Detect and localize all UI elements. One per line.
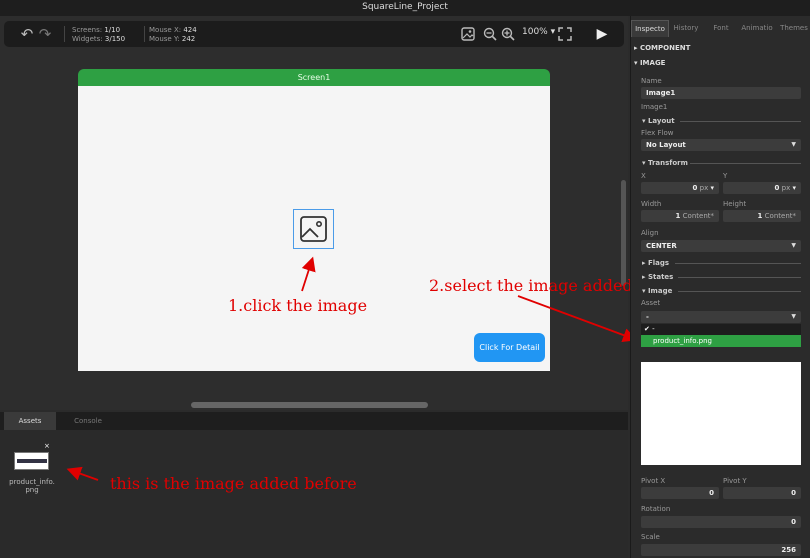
screens-count: Screens: 1/10 — [72, 26, 121, 34]
rotation-label: Rotation — [641, 505, 671, 513]
zoom-out-icon[interactable] — [482, 25, 498, 43]
rotation-input[interactable]: 0 — [641, 516, 801, 528]
asset-option-product-info[interactable]: product_info.png — [641, 335, 801, 347]
pivot-x-label: Pivot X — [641, 477, 666, 485]
click-for-detail-button[interactable]: Click For Detail — [474, 333, 545, 362]
layout-section[interactable]: ▾ Layout — [642, 117, 675, 125]
divider — [675, 263, 801, 264]
width-label: Width — [641, 200, 662, 208]
tab-history[interactable]: History — [670, 20, 702, 37]
name-hint: Image1 — [641, 103, 668, 111]
scale-label: Scale — [641, 533, 660, 541]
align-label: Align — [641, 229, 659, 237]
transform-section[interactable]: ▾ Transform — [642, 159, 688, 167]
chevron-down-icon: ▼ — [791, 242, 796, 249]
name-label: Name — [641, 77, 662, 85]
image-placeholder-icon — [300, 216, 327, 242]
width-input[interactable]: 1 Content* — [641, 210, 719, 222]
annotation-step1: 1.click the image — [228, 296, 368, 315]
tab-font[interactable]: Font — [708, 20, 734, 37]
mouse-y-readout: Mouse Y: 242 — [149, 35, 196, 43]
pivot-y-input[interactable]: 0 — [723, 487, 801, 499]
flags-section[interactable]: ▸ Flags — [642, 259, 669, 267]
chevron-down-icon: ▼ — [791, 313, 796, 320]
states-section[interactable]: ▸ States — [642, 273, 673, 281]
image-props-section[interactable]: ▾ Image — [642, 287, 672, 295]
zoom-in-icon[interactable] — [500, 25, 516, 43]
annotation-step2: 2.select the image added — [429, 276, 633, 295]
zoom-dropdown[interactable]: 100% ▾ — [522, 28, 555, 37]
tab-animation[interactable]: Animatio — [738, 20, 776, 37]
remove-asset-icon[interactable]: × — [44, 442, 52, 450]
divider — [678, 277, 801, 278]
tab-themes[interactable]: Themes — [778, 20, 810, 37]
tab-inspector[interactable]: Inspecto — [631, 20, 669, 37]
image-section[interactable]: ▾ IMAGE — [634, 59, 665, 67]
tab-assets[interactable]: Assets — [4, 412, 56, 430]
asset-select[interactable]: - ▼ — [641, 311, 801, 323]
pivot-x-input[interactable]: 0 — [641, 487, 719, 499]
mouse-x-readout: Mouse X: 424 — [149, 26, 197, 34]
y-label: Y — [723, 172, 728, 180]
chevron-down-icon: ▼ — [791, 141, 796, 148]
pivot-y-label: Pivot Y — [723, 477, 747, 485]
asset-filename: product_info. png — [9, 478, 55, 494]
widgets-count: Widgets: 3/150 — [72, 35, 126, 43]
scale-input[interactable]: 256 — [641, 544, 801, 556]
x-input[interactable]: 0 px ▾ — [641, 182, 719, 194]
horizontal-scrollbar[interactable] — [191, 402, 428, 408]
fullscreen-icon[interactable] — [557, 25, 573, 43]
divider — [690, 163, 801, 164]
asset-label: Asset — [641, 299, 661, 307]
toolbar-divider — [64, 26, 65, 42]
x-label: X — [641, 172, 646, 180]
asset-thumbnail[interactable] — [14, 452, 49, 470]
height-input[interactable]: 1 Content* — [723, 210, 801, 222]
align-select[interactable]: CENTER ▼ — [641, 240, 801, 252]
screen-title-bar[interactable]: Screen1 — [78, 69, 550, 86]
component-section[interactable]: ▸ COMPONENT — [634, 44, 690, 52]
flex-flow-select[interactable]: No Layout ▼ — [641, 139, 801, 151]
redo-icon[interactable]: ↷ — [37, 25, 53, 43]
undo-icon[interactable]: ↶ — [19, 25, 35, 43]
image-view-icon[interactable] — [460, 25, 476, 43]
vertical-scrollbar[interactable] — [621, 180, 626, 286]
name-input[interactable]: Image1 — [641, 87, 801, 99]
y-input[interactable]: 0 px ▾ — [723, 182, 801, 194]
toolbar-divider — [144, 26, 145, 42]
window-title: SquareLine_Project — [0, 0, 810, 16]
asset-option-none[interactable]: ✔ - — [641, 324, 801, 335]
tab-console[interactable]: Console — [60, 412, 116, 430]
image-widget[interactable] — [293, 209, 334, 249]
height-label: Height — [723, 200, 747, 208]
play-icon[interactable]: ▶ — [594, 25, 610, 43]
divider — [680, 121, 801, 122]
asset-preview — [641, 362, 801, 465]
top-toolbar: ↶ ↷ Screens: 1/10 Widgets: 3/150 Mouse X… — [4, 21, 624, 47]
flex-flow-label: Flex Flow — [641, 129, 674, 137]
annotation-note: this is the image added before — [110, 474, 357, 493]
divider — [678, 291, 801, 292]
